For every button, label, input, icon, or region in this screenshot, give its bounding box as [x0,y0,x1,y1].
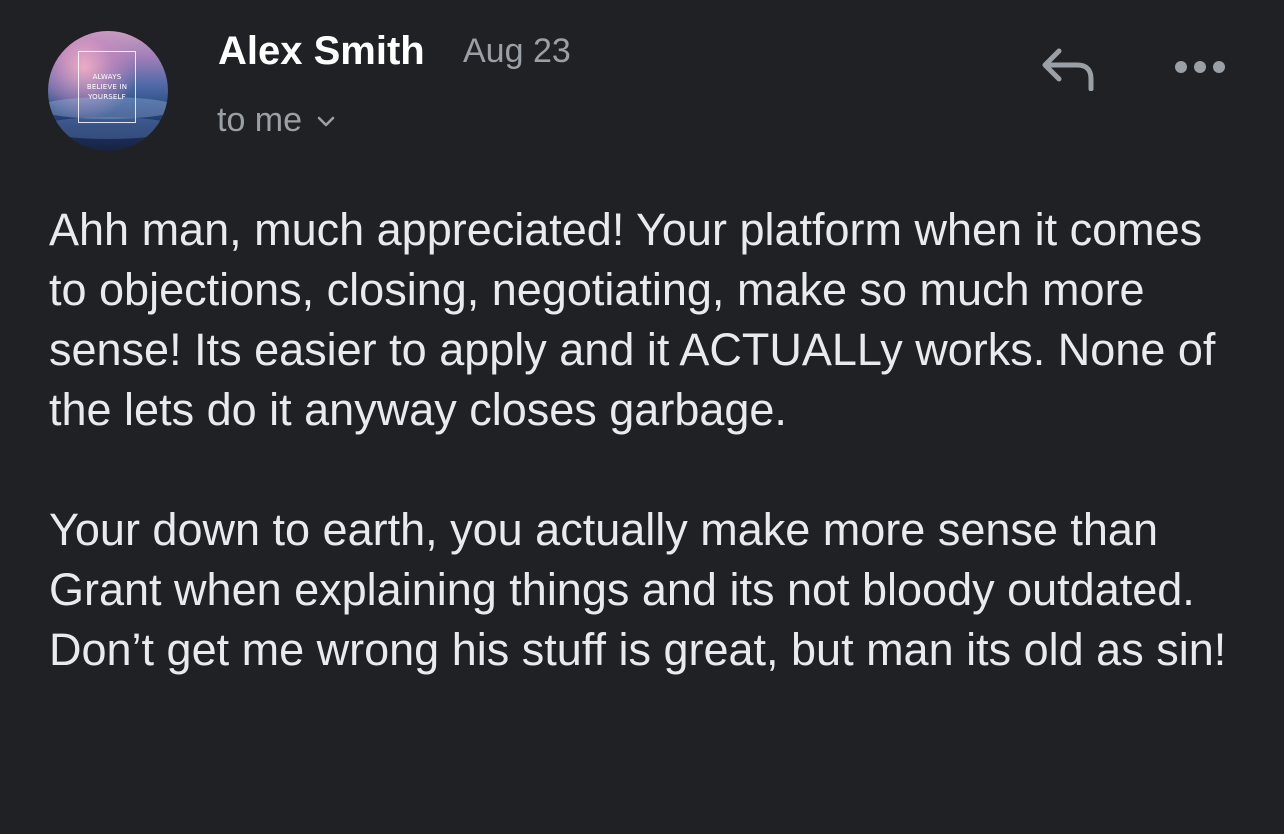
recipient-details-toggle[interactable]: to me [217,98,336,142]
message-body: Ahh man, much appreciated! Your platform… [49,200,1249,680]
sender-avatar[interactable]: ALWAYS BELIEVE IN YOURSELF [48,31,168,151]
chevron-down-icon [317,116,335,127]
reply-icon [1042,48,1094,91]
avatar-quote-text: ALWAYS BELIEVE IN YOURSELF [86,73,128,101]
message-paragraph: Ahh man, much appreciated! Your platform… [49,204,1216,435]
reply-button[interactable] [1030,38,1106,98]
sender-name[interactable]: Alex Smith [218,28,425,74]
avatar-quote-frame: ALWAYS BELIEVE IN YOURSELF [78,51,136,123]
message-paragraph: Your down to earth, you actually make mo… [49,504,1227,675]
more-horizontal-icon [1175,61,1225,73]
more-options-button[interactable] [1168,45,1232,89]
message-date: Aug 23 [463,32,571,70]
recipient-label: to me [217,101,303,139]
